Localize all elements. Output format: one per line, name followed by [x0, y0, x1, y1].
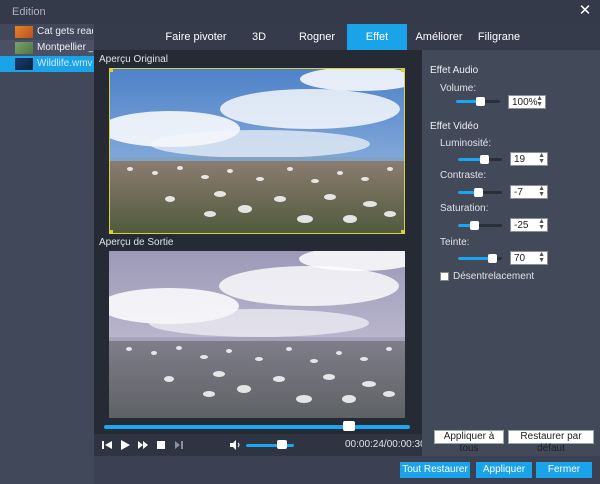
playback-controls: 00:00:24/00:00:30 [94, 434, 426, 456]
seek-handle[interactable] [342, 421, 355, 431]
stop-icon[interactable] [154, 438, 168, 452]
brightness-value: 19 [514, 154, 526, 165]
saturation-slider[interactable] [458, 221, 502, 230]
slider-handle[interactable] [480, 155, 489, 164]
saturation-value: -25 [514, 220, 529, 231]
original-preview-label: Aperçu Original [99, 54, 168, 65]
close-icon[interactable]: ✕ [576, 2, 594, 20]
hue-value: 70 [514, 253, 526, 264]
play-icon[interactable] [118, 438, 132, 452]
crop-handle[interactable] [401, 230, 404, 233]
volume-icon[interactable] [228, 438, 242, 452]
file-name: Wildlife.wmv [37, 58, 93, 69]
brightness-spinbox[interactable]: 19 ▲ ▼ [510, 152, 548, 166]
slider-handle[interactable] [470, 221, 479, 230]
contrast-label: Contraste: [440, 170, 487, 181]
deinterlace-label: Désentrelacement [453, 271, 535, 282]
audio-effect-title: Effet Audio [430, 65, 479, 76]
previous-icon[interactable] [100, 438, 114, 452]
volume-label: Volume: [440, 83, 477, 94]
original-frame-image [110, 69, 404, 233]
spin-arrows-icon[interactable]: ▲ ▼ [536, 95, 543, 108]
spin-arrows-icon[interactable]: ▲ ▼ [538, 218, 545, 231]
contrast-spinbox[interactable]: -7 ▲ ▼ [510, 185, 548, 199]
contrast-value: -7 [514, 187, 523, 198]
footer-bar: Tout Restaurer Appliquer Fermer [94, 456, 600, 484]
file-name: Cat gets ready... [37, 26, 93, 37]
output-frame-image [109, 251, 405, 418]
tab-3d[interactable]: 3D [241, 24, 277, 50]
hue-slider[interactable] [458, 254, 502, 263]
close-button[interactable]: Fermer [536, 462, 592, 478]
seek-bar[interactable] [104, 425, 410, 429]
apply-to-all-button[interactable]: Appliquer à tous [434, 430, 504, 454]
volume-effect-slider[interactable] [456, 97, 500, 106]
output-preview-label: Aperçu de Sortie [99, 237, 174, 248]
tab-crop[interactable]: Rogner [294, 24, 340, 50]
spin-arrows-icon[interactable]: ▲ ▼ [538, 152, 545, 165]
timecode: 00:00:24/00:00:30 [345, 439, 426, 450]
slider-handle[interactable] [474, 188, 483, 197]
output-preview-video [109, 251, 405, 418]
brightness-slider[interactable] [458, 155, 502, 164]
apply-button[interactable]: Appliquer [476, 462, 532, 478]
saturation-label: Saturation: [440, 203, 489, 214]
spin-arrows-icon[interactable]: ▲ ▼ [538, 185, 545, 198]
volume-value: 100% [512, 97, 538, 108]
tab-effect[interactable]: Effet [347, 24, 407, 50]
file-item-wildlife[interactable]: Wildlife.wmv [0, 56, 94, 72]
next-frame-icon[interactable] [172, 438, 186, 452]
restore-default-button[interactable]: Restaurer par défaut [508, 430, 594, 454]
tab-bar: Faire pivoter 3D Rogner Effet Améliorer … [94, 24, 600, 50]
saturation-spinbox[interactable]: -25 ▲ ▼ [510, 218, 548, 232]
crop-handle[interactable] [110, 69, 113, 72]
crop-handle[interactable] [110, 230, 113, 233]
contrast-slider[interactable] [458, 188, 502, 197]
restore-all-button[interactable]: Tout Restaurer [400, 462, 470, 478]
file-item-cat[interactable]: Cat gets ready... [0, 24, 94, 40]
file-thumbnail [15, 26, 33, 38]
hue-label: Teinte: [440, 237, 470, 248]
slider-fill [458, 257, 492, 260]
spin-arrows-icon[interactable]: ▲ ▼ [538, 251, 545, 264]
tab-watermark[interactable]: Filigrane [474, 24, 524, 50]
effects-panel: Effet Audio Volume: 100% ▲ ▼ Effet Vidéo … [422, 50, 600, 456]
deinterlace-checkbox[interactable] [440, 272, 449, 281]
window-title: Edition [12, 6, 46, 18]
original-preview-video[interactable] [109, 68, 405, 234]
video-effect-title: Effet Vidéo [430, 121, 479, 132]
preview-area: Aperçu Original Aperçu de Sortie [94, 50, 422, 434]
tab-enhance[interactable]: Améliorer [414, 24, 464, 50]
file-thumbnail [15, 58, 33, 70]
file-thumbnail [15, 42, 33, 54]
crop-handle[interactable] [401, 69, 404, 72]
tab-rotate[interactable]: Faire pivoter [161, 24, 231, 50]
file-list: Cat gets ready... Montpellier _ ... Wild… [0, 24, 94, 484]
volume-handle[interactable] [277, 440, 287, 449]
file-item-montpellier[interactable]: Montpellier _ ... [0, 40, 94, 56]
file-name: Montpellier _ ... [37, 42, 93, 53]
brightness-label: Luminosité: [440, 138, 492, 149]
hue-spinbox[interactable]: 70 ▲ ▼ [510, 251, 548, 265]
slider-handle[interactable] [488, 254, 497, 263]
slider-handle[interactable] [476, 97, 485, 106]
volume-spinbox[interactable]: 100% ▲ ▼ [508, 95, 546, 109]
fast-forward-icon[interactable] [136, 438, 150, 452]
title-bar: Edition ✕ [0, 0, 600, 24]
